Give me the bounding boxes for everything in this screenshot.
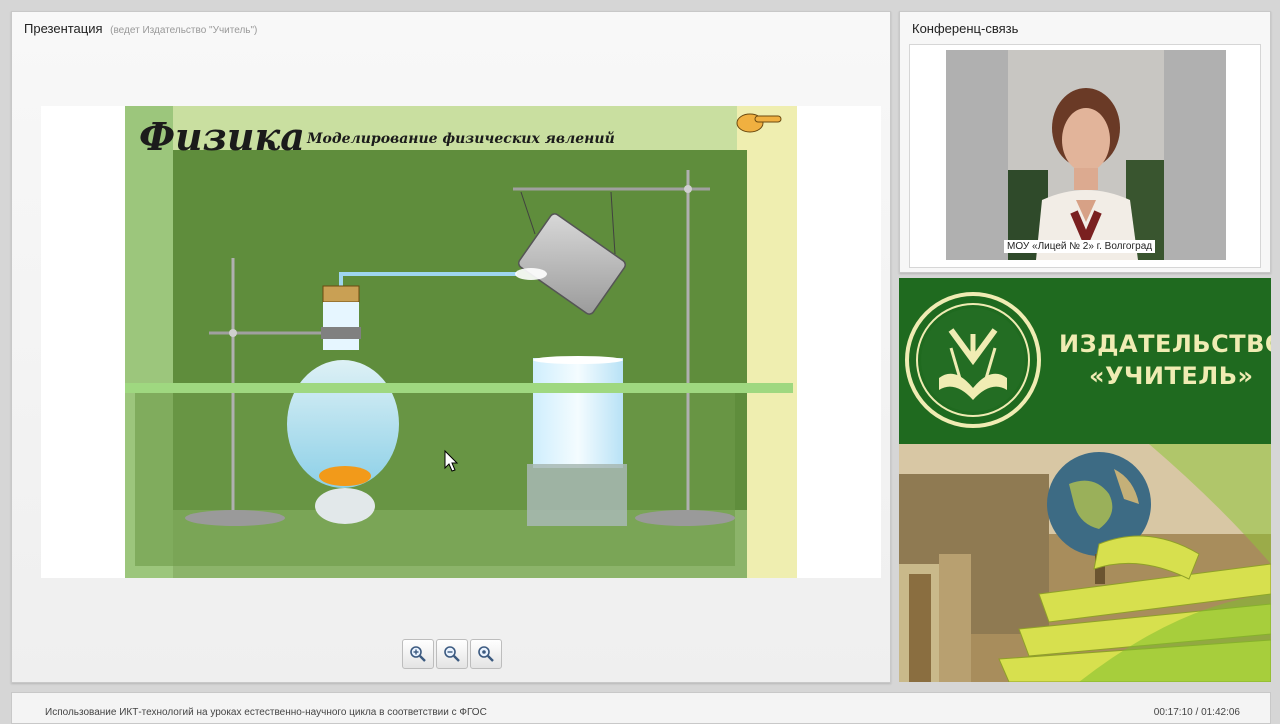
presentation-title: Презентация <box>24 21 103 36</box>
slide-heading: Физика <box>139 114 305 159</box>
publisher-name-line1: ИЗДАТЕЛЬСТВО <box>1059 330 1271 358</box>
publisher-name-line2: «УЧИТЕЛЬ» <box>1089 362 1254 390</box>
publisher-banner-image <box>899 444 1271 682</box>
video-frame: МОУ «Лицей № 2» г. Волгоград <box>909 44 1261 268</box>
event-title: Использование ИКТ-технологий на уроках е… <box>45 707 487 718</box>
publisher-banner-top: ИЗДАТЕЛЬСТВО «УЧИТЕЛЬ» <box>899 278 1271 444</box>
video-caption: МОУ «Лицей № 2» г. Волгоград <box>1004 240 1156 253</box>
playback-time: 00:17:10 / 01:42:06 <box>1154 707 1240 718</box>
total-time: 01:42:06 <box>1201 707 1240 718</box>
slide-subheading: Моделирование физических явлений <box>306 130 615 147</box>
beaker <box>527 356 627 526</box>
video-stream[interactable]: МОУ «Лицей № 2» г. Волгоград <box>946 50 1226 260</box>
zoom-reset-icon <box>478 646 494 662</box>
conference-title: Конференц-связь <box>912 21 1019 36</box>
presentation-header: Презентация (ведет Издательство "Учитель… <box>24 21 257 36</box>
slide: Физика Моделирование физических явлений <box>125 106 797 578</box>
zoom-in-icon <box>410 646 426 662</box>
publisher-banner: ИЗДАТЕЛЬСТВО «УЧИТЕЛЬ» <box>899 278 1271 682</box>
zoom-out-button[interactable] <box>436 639 468 669</box>
publisher-logo-icon <box>905 292 1041 428</box>
presentation-panel: Презентация (ведет Издательство "Учитель… <box>11 11 891 683</box>
current-time: 00:17:10 <box>1153 707 1193 718</box>
books-and-globe-image <box>899 444 1271 682</box>
physics-simulation-slide: Физика Моделирование физических явлений <box>125 106 797 578</box>
slide-viewport: Физика Моделирование физических явлений <box>41 106 881 578</box>
zoom-reset-button[interactable] <box>470 639 502 669</box>
conference-panel: Конференц-связь МОУ «Лицей № 2» г. Волго… <box>899 11 1271 273</box>
table-surface <box>125 383 793 393</box>
zoom-toolbar <box>402 639 502 669</box>
presenter-video <box>946 50 1226 260</box>
zoom-in-button[interactable] <box>402 639 434 669</box>
presentation-presenter: (ведет Издательство "Учитель") <box>110 25 258 36</box>
footer-bar: Использование ИКТ-технологий на уроках е… <box>11 692 1271 724</box>
zoom-out-icon <box>444 646 460 662</box>
